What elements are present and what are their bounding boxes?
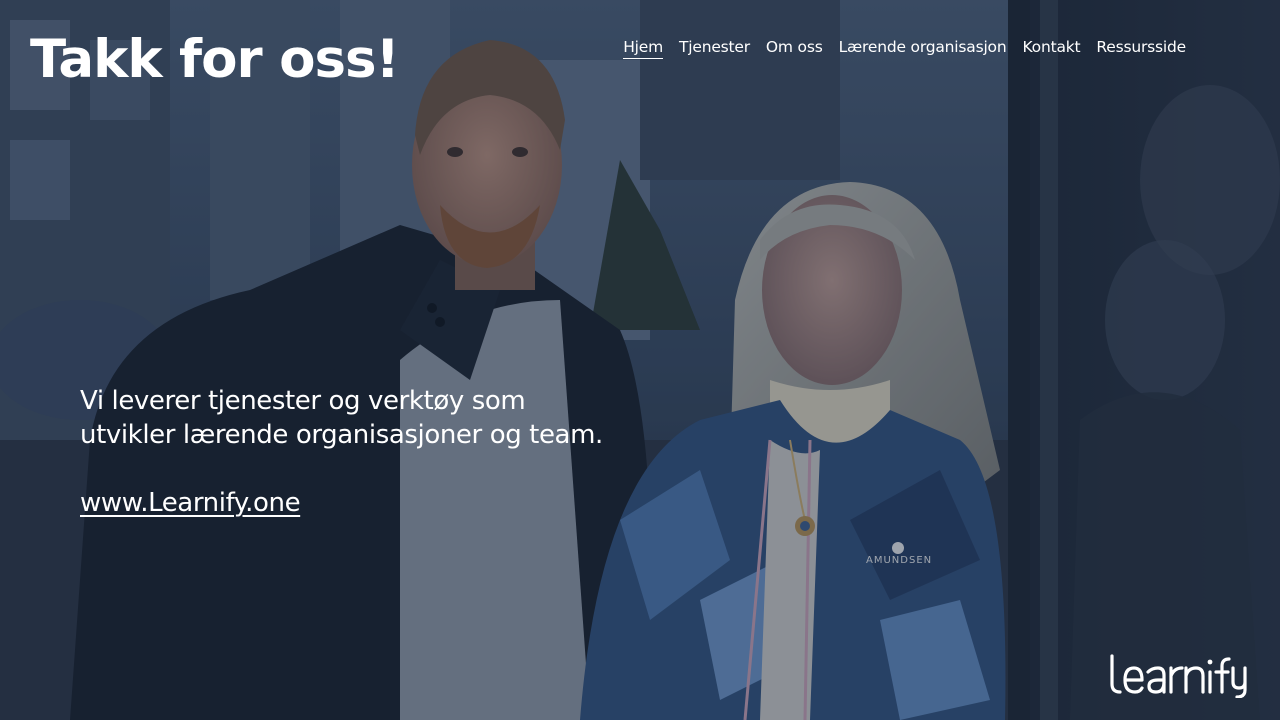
- learnify-logo: [1110, 654, 1247, 698]
- background-photo: AMUNDSEN: [0, 0, 1280, 720]
- tagline-line-1: Vi leverer tjenester og verktøy som: [80, 386, 526, 416]
- nav-item-om-oss[interactable]: Om oss: [758, 38, 831, 59]
- nav-item-laerende-organisasjon[interactable]: Lærende organisasjon: [831, 38, 1015, 59]
- tagline-line-2: utvikler lærende organisasjoner og team.: [80, 420, 603, 450]
- website-link[interactable]: www.Learnify.one: [80, 488, 301, 518]
- nav-item-tjenester[interactable]: Tjenester: [671, 38, 758, 59]
- page-title: Takk for oss!: [30, 29, 400, 90]
- nav-item-kontakt[interactable]: Kontakt: [1014, 38, 1088, 59]
- main-navigation: Hjem Tjenester Om oss Lærende organisasj…: [615, 38, 1194, 59]
- nav-item-hjem[interactable]: Hjem: [615, 38, 671, 59]
- nav-item-ressursside[interactable]: Ressursside: [1088, 38, 1194, 59]
- slide: AMUNDSEN Takk for oss! Hjem Tjenester Om…: [0, 0, 1280, 720]
- tagline: Vi leverer tjenester og verktøy som utvi…: [80, 384, 603, 452]
